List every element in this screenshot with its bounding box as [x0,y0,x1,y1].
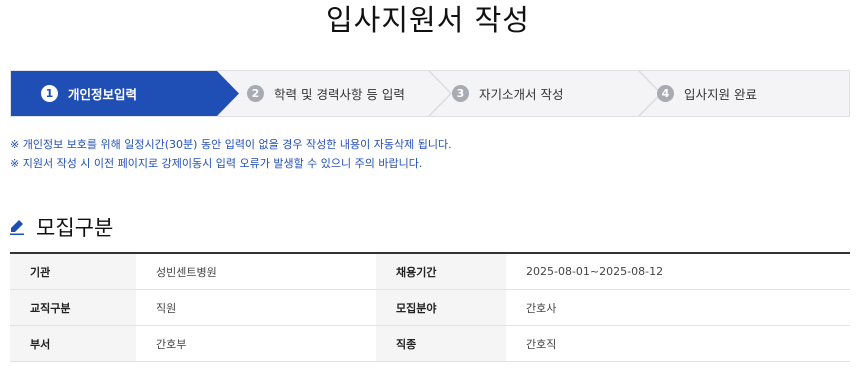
staff-type-value: 직원 [136,289,376,326]
step-4-number: 4 [657,85,674,102]
recruit-field-label: 모집분야 [376,289,506,326]
section-heading: 모집구분 [10,212,113,242]
department-label: 부서 [10,325,136,362]
step-3: 3 자기소개서 작성 [452,71,563,116]
recruit-period-value: 2025-08-01~2025-08-12 [506,253,850,290]
pencil-icon [10,220,24,235]
job-type-value: 간호직 [506,325,850,362]
step-2: 2 학력 및 경력사항 등 입력 [247,71,405,116]
section-title: 모집구분 [36,216,114,240]
step-1-label: 개인정보입력 [68,87,138,102]
recruit-field-value: 간호사 [506,289,850,326]
page-title: 입사지원서 작성 [326,3,530,37]
institution-label: 기관 [10,253,136,290]
notice-auto-delete: ※ 개인정보 보호를 위해 일정시간(30분) 동안 입력이 없을 경우 작성한… [10,138,452,151]
step-1-number: 1 [41,85,58,102]
job-type-label: 직종 [376,325,506,362]
step-1: 1 개인정보입력 [41,71,137,116]
step-4: 4 입사지원 완료 [657,71,757,116]
step-2-number: 2 [247,85,264,102]
recruit-info-table: 기관 성빈센트병원 채용기간 2025-08-01~2025-08-12 교직구… [10,252,850,362]
step-divider [428,71,453,116]
notice-navigation-warning: ※ 지원서 작성 시 이전 페이지로 강제이동시 입력 오류가 발생할 수 있으… [10,157,423,170]
table-row: 교직구분 직원 모집분야 간호사 [10,289,850,326]
staff-type-label: 교직구분 [10,289,136,326]
step-2-label: 학력 및 경력사항 등 입력 [274,87,405,102]
department-value: 간호부 [136,325,376,362]
recruit-period-label: 채용기간 [376,253,506,290]
step-3-number: 3 [452,85,469,102]
table-row: 부서 간호부 직종 간호직 [10,325,850,362]
table-row: 기관 성빈센트병원 채용기간 2025-08-01~2025-08-12 [10,253,850,290]
institution-value: 성빈센트병원 [136,253,376,290]
step-4-label: 입사지원 완료 [684,87,757,102]
step-3-label: 자기소개서 작성 [479,87,564,102]
step-progress-bar: 1 개인정보입력 2 학력 및 경력사항 등 입력 3 자기소개서 작성 4 입… [10,70,850,117]
